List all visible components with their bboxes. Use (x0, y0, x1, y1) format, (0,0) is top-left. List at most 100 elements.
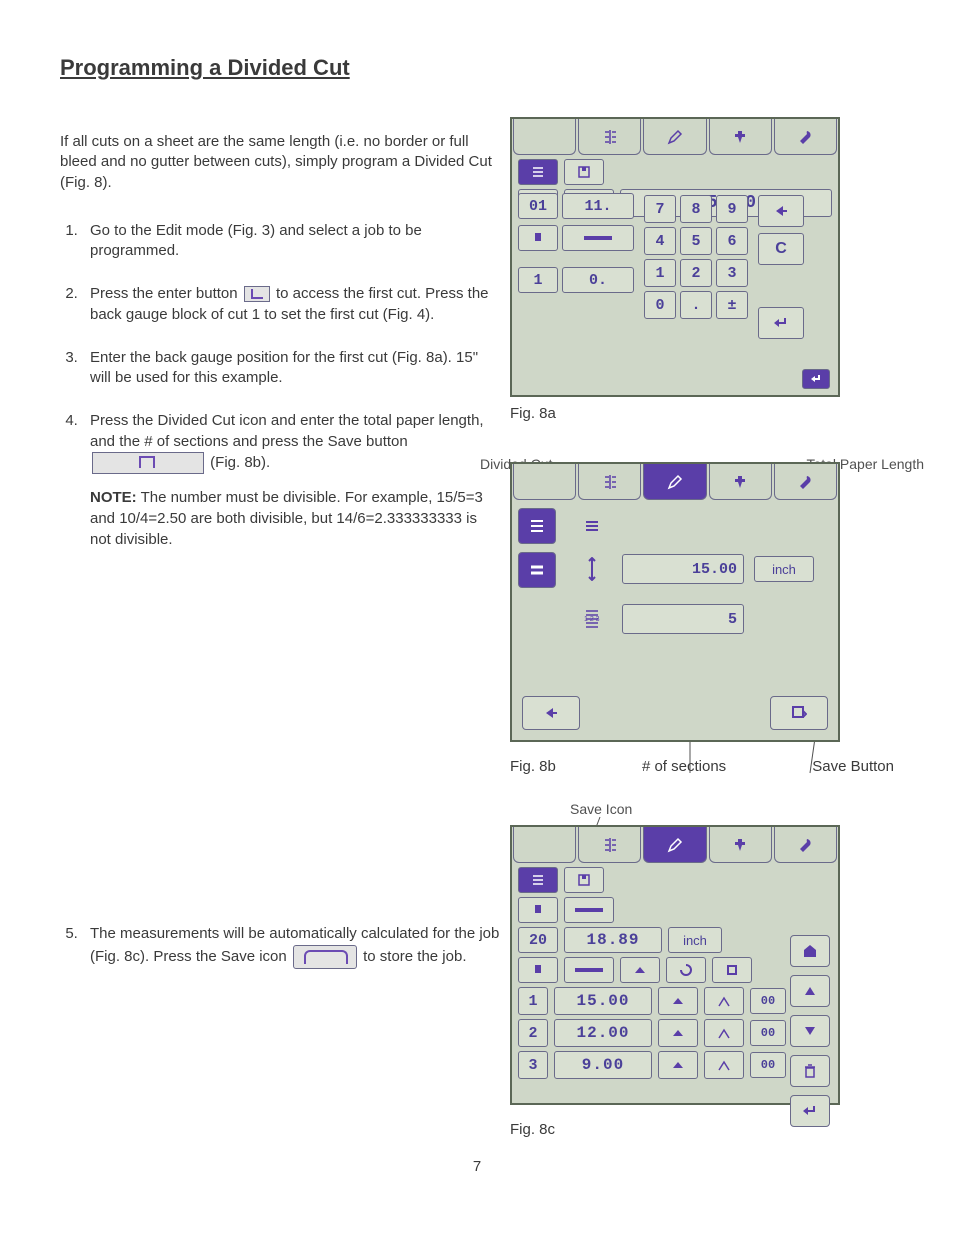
key-8[interactable]: 8 (680, 195, 712, 223)
c-row1-idx[interactable]: 1 (518, 987, 548, 1015)
step-4-text-a: Press the Divided Cut icon and enter the… (90, 412, 484, 450)
c-row3-ic1[interactable] (658, 1051, 698, 1079)
c-row2-idx[interactable]: 2 (518, 1019, 548, 1047)
c-row2-sm[interactable]: 00 (750, 1020, 786, 1046)
c-home-button[interactable] (790, 935, 830, 967)
c-row3-ic2[interactable] (704, 1051, 744, 1079)
page-title: Programming a Divided Cut (60, 55, 894, 81)
c-gauge-idx[interactable]: 20 (518, 927, 558, 953)
c-row1-ic1[interactable] (658, 987, 698, 1015)
rowA-idx[interactable]: 01 (518, 193, 558, 219)
c-ruler2-icon[interactable] (564, 957, 614, 983)
steps-list: Go to the Edit mode (Fig. 3) and select … (60, 221, 500, 969)
c-row1-ic2[interactable] (704, 987, 744, 1015)
marker2-icon[interactable] (518, 225, 558, 251)
b-side-divided-icon[interactable] (518, 552, 556, 588)
c-row3-idx[interactable]: 3 (518, 1051, 548, 1079)
c-row3-val[interactable]: 9.00 (554, 1051, 652, 1079)
b-tab-settings-icon[interactable] (774, 464, 837, 500)
key-9[interactable]: 9 (716, 195, 748, 223)
c-tab-blank[interactable] (513, 827, 576, 863)
key-4[interactable]: 4 (644, 227, 676, 255)
tab-settings-icon[interactable] (774, 119, 837, 155)
key-5[interactable]: 5 (680, 227, 712, 255)
save-icon-inline (293, 945, 357, 969)
c-save-icon[interactable] (564, 867, 604, 893)
tab-align-icon[interactable] (578, 119, 641, 155)
note-text: The number must be divisible. For exampl… (90, 489, 483, 547)
c-tab-align-icon[interactable] (578, 827, 641, 863)
key-2[interactable]: 2 (680, 259, 712, 287)
intro-paragraph: If all cuts on a sheet are the same leng… (60, 132, 500, 193)
step-5-text-b: to store the job. (363, 948, 466, 965)
rowB-idx[interactable]: 1 (518, 267, 558, 293)
b-side-list-icon[interactable] (518, 508, 556, 544)
c-row3-sm[interactable]: 00 (750, 1052, 786, 1078)
tab-clamp-icon[interactable] (709, 119, 772, 155)
key-0[interactable]: 0 (644, 291, 676, 319)
c-gauge-val: 18.89 (564, 927, 662, 953)
fig-8b-screen: 15.00 inch 1 2 3 5 (510, 462, 840, 742)
step-5: The measurements will be automatically c… (82, 924, 500, 969)
key-1[interactable]: 1 (644, 259, 676, 287)
c-op2-icon[interactable] (666, 957, 706, 983)
step-2: Press the enter button to access the fir… (82, 284, 500, 325)
c-row2-ic1[interactable] (658, 1019, 698, 1047)
c-down-button[interactable] (790, 1015, 830, 1047)
list-icon[interactable] (518, 159, 558, 185)
b-save-button[interactable] (770, 696, 828, 730)
c-delete-button[interactable] (790, 1055, 830, 1087)
b-tab-edit-icon[interactable] (643, 464, 706, 500)
tab-edit-icon[interactable] (643, 119, 706, 155)
rowB-val[interactable]: 0. (562, 267, 634, 293)
svg-text:1 2 3: 1 2 3 (584, 616, 600, 623)
callout-sections: # of sections (556, 758, 812, 775)
c-gauge-unit[interactable]: inch (668, 927, 722, 953)
key-clear[interactable]: C (758, 233, 804, 265)
c-ruler-icon[interactable] (564, 897, 614, 923)
save-button-icon-inline (92, 452, 204, 474)
bottom-enter-icon[interactable] (802, 369, 830, 389)
save-icon-small[interactable] (564, 159, 604, 185)
c-tab-clamp-icon[interactable] (709, 827, 772, 863)
c-marker2-icon[interactable] (518, 957, 558, 983)
c-enter-button[interactable] (790, 1095, 830, 1127)
key-enter-icon[interactable] (758, 307, 804, 339)
c-tab-settings-icon[interactable] (774, 827, 837, 863)
c-op1-icon[interactable] (620, 957, 660, 983)
c-up-button[interactable] (790, 975, 830, 1007)
b-sections-icon: 1 2 3 (572, 607, 612, 631)
key-7[interactable]: 7 (644, 195, 676, 223)
c-row-1: 1 15.00 00 (518, 987, 832, 1015)
key-dot[interactable]: . (680, 291, 712, 319)
tab-blank-1[interactable] (513, 119, 576, 155)
b-total-length-field[interactable]: 15.00 (622, 554, 744, 584)
b-back-button[interactable] (522, 696, 580, 730)
ruler2-icon[interactable] (562, 225, 634, 251)
c-row2-val[interactable]: 12.00 (554, 1019, 652, 1047)
step-2-text-a: Press the enter button (90, 285, 238, 302)
c-row1-sm[interactable]: 00 (750, 988, 786, 1014)
key-6[interactable]: 6 (716, 227, 748, 255)
c-op3-icon[interactable] (712, 957, 752, 983)
step-4: Press the Divided Cut icon and enter the… (82, 411, 500, 550)
b-tab-blank[interactable] (513, 464, 576, 500)
key-back-icon[interactable] (758, 195, 804, 227)
b-empty-row-icon (572, 518, 612, 534)
c-row2-ic2[interactable] (704, 1019, 744, 1047)
b-tab-align-icon[interactable] (578, 464, 641, 500)
c-row1-val[interactable]: 15.00 (554, 987, 652, 1015)
step-4-text-b: (Fig. 8b). (210, 454, 270, 471)
key-3[interactable]: 3 (716, 259, 748, 287)
enter-button-icon (244, 286, 270, 302)
rowA-val[interactable]: 11. (562, 193, 634, 219)
b-sections-field[interactable]: 5 (622, 604, 744, 634)
b-tab-clamp-icon[interactable] (709, 464, 772, 500)
b-unit[interactable]: inch (754, 556, 814, 582)
key-pm[interactable]: ± (716, 291, 748, 319)
note-label: NOTE: (90, 489, 137, 506)
c-tab-edit-icon[interactable] (643, 827, 706, 863)
keypad: 7 8 9 4 5 6 1 2 3 0 . ± (644, 195, 748, 319)
c-marker-icon[interactable] (518, 897, 558, 923)
c-list-icon[interactable] (518, 867, 558, 893)
